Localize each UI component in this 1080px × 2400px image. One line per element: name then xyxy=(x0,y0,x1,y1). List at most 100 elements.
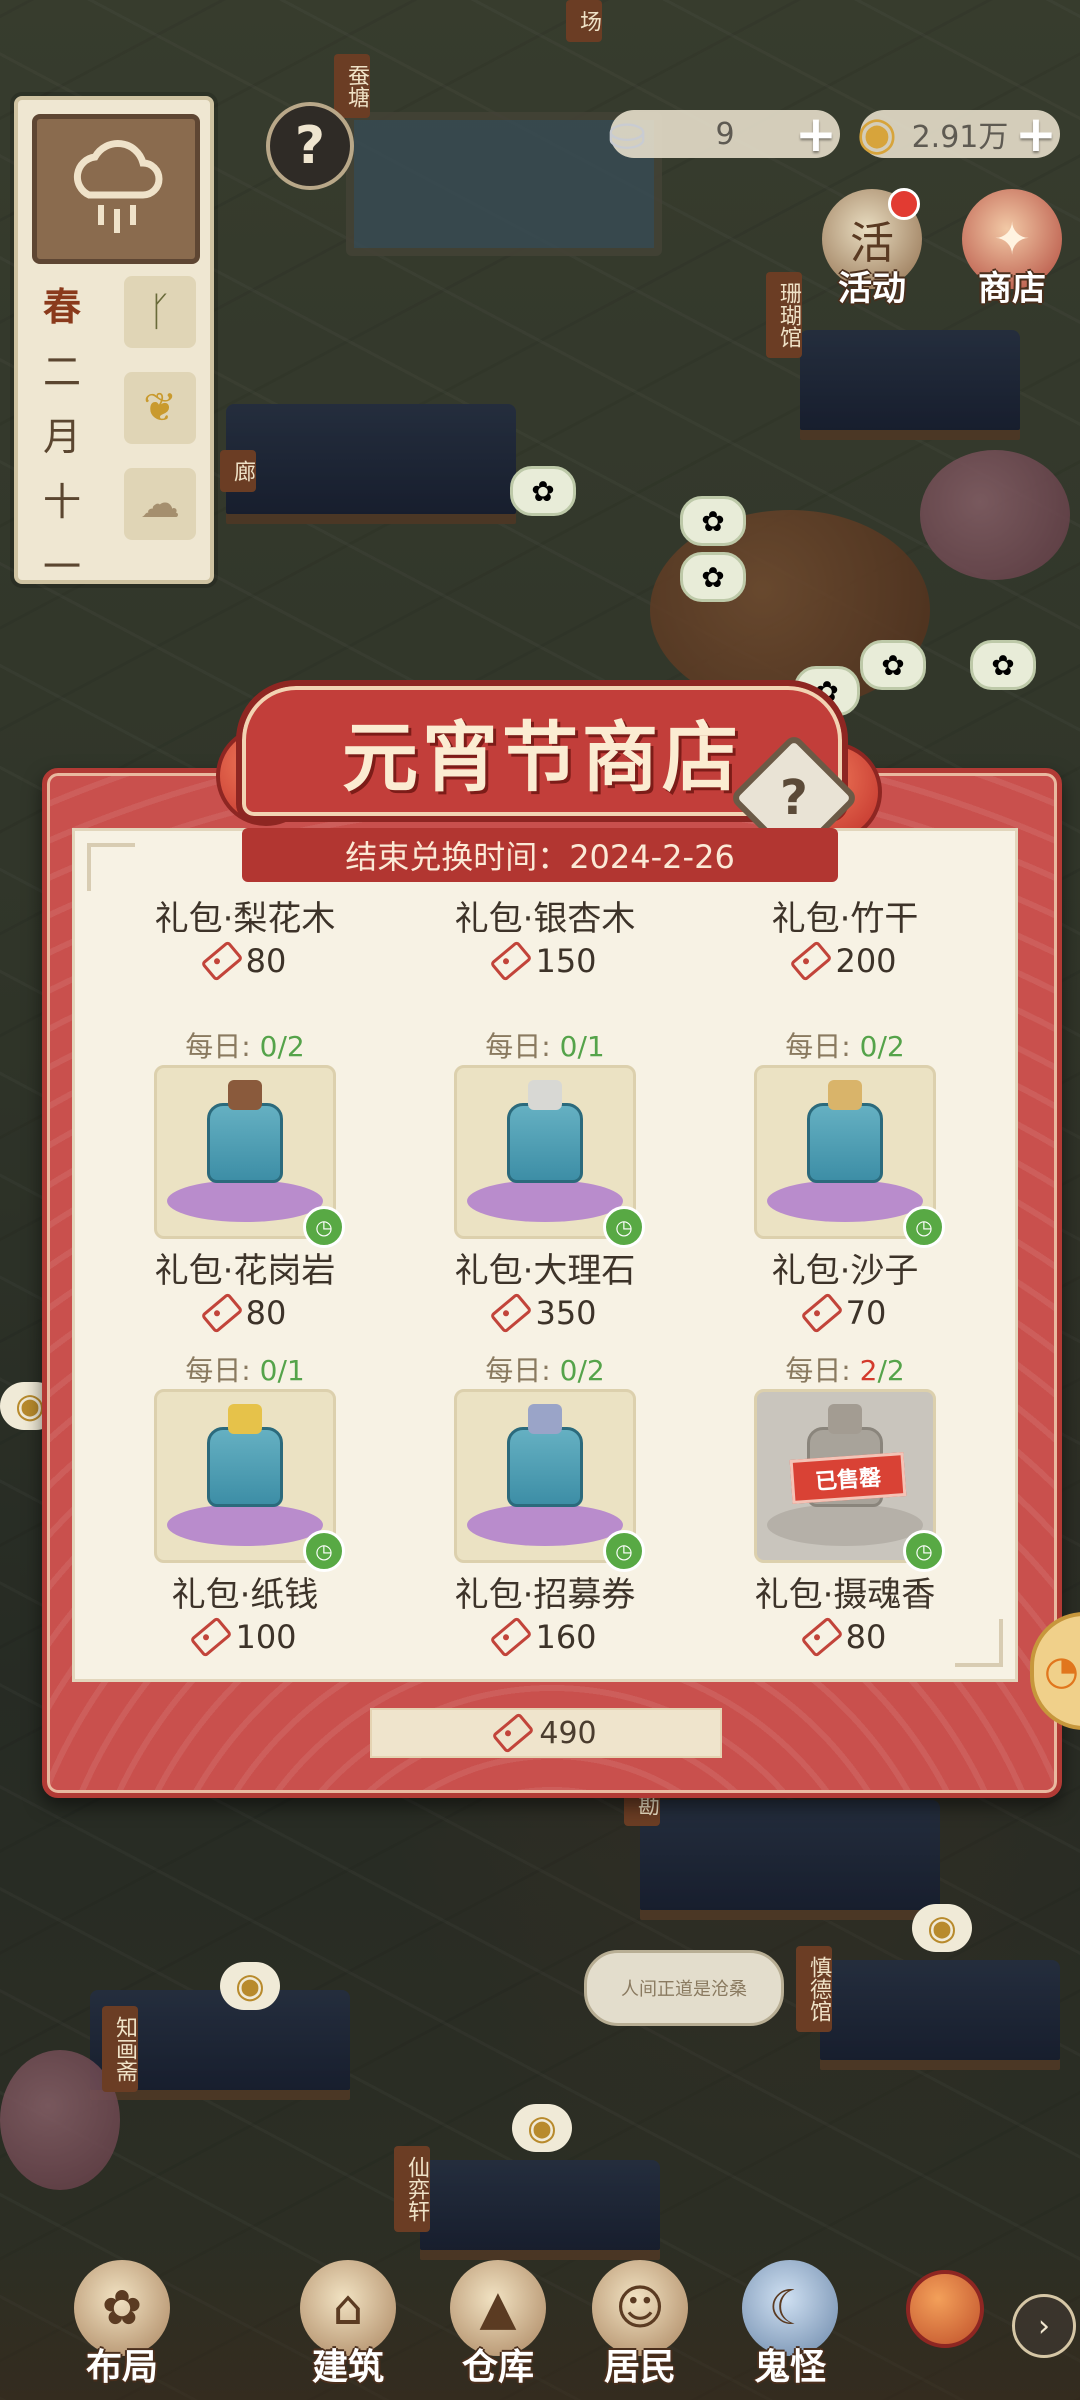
clock-icon: ◷ xyxy=(303,1206,345,1248)
resource-bubble-icon[interactable]: ✿ xyxy=(860,640,926,690)
recruit-ticket-bag-icon xyxy=(507,1404,583,1507)
coin-counter[interactable]: ◉ 2.91万 + xyxy=(857,105,1060,163)
activity-label: 活动 xyxy=(838,269,906,309)
item-thumbnail[interactable]: ◷ xyxy=(454,1065,645,1248)
clock-icon: ◷ xyxy=(903,1206,945,1248)
add-coins-button[interactable]: + xyxy=(1006,104,1066,164)
item-price: 150 xyxy=(489,940,597,982)
coin-bubble-icon[interactable]: ◉ xyxy=(512,2104,572,2152)
clock-icon: ◷ xyxy=(603,1530,645,1572)
nav-ghosts[interactable]: ☾ 鬼怪 xyxy=(720,2240,860,2400)
daily-limit: 每日: 0/2 xyxy=(785,1030,905,1063)
display-pad xyxy=(767,1180,923,1222)
map-label[interactable]: 场 xyxy=(566,0,602,42)
shop-item[interactable]: 每日: 0/1 ◷ 礼包·纸钱 100 xyxy=(95,1353,395,1673)
ticket-icon xyxy=(489,1616,533,1658)
resident-speech-bubble: 人间正道是沧桑 xyxy=(584,1950,784,2026)
silver-counter[interactable]: ⛀ 9 + xyxy=(608,105,840,163)
resource-bubble-icon[interactable]: ✿ xyxy=(680,552,746,602)
ticket-balance: 490 xyxy=(370,1708,722,1758)
ticket-icon xyxy=(800,1616,844,1658)
rain-cloud-icon xyxy=(32,114,200,264)
coin-value: 2.91万 xyxy=(911,120,1009,155)
item-name: 礼包·摄魂香 xyxy=(754,1575,936,1615)
lantern-icon xyxy=(906,2270,984,2348)
ticket-icon xyxy=(789,940,833,982)
date-char: 月 xyxy=(42,415,81,459)
display-pad xyxy=(767,1504,923,1546)
cloud-icon: ☁ xyxy=(124,468,196,540)
nav-label: 仓库 xyxy=(461,2346,534,2388)
ticket-icon xyxy=(489,1292,533,1334)
shop-item[interactable]: 每日: 0/2 ◷ 礼包·花岗岩 80 xyxy=(95,1029,395,1349)
item-name: 礼包·大理石 xyxy=(454,1251,636,1291)
daily-limit: 每日: 0/2 xyxy=(185,1030,305,1063)
item-name: 礼包·沙子 xyxy=(771,1251,919,1291)
add-silver-button[interactable]: + xyxy=(786,104,846,164)
item-price: 200 xyxy=(789,940,897,982)
resource-bubble-icon[interactable]: ✿ xyxy=(970,640,1036,690)
display-pad xyxy=(467,1180,623,1222)
item-price: 350 xyxy=(489,1292,597,1334)
item-price: 100 xyxy=(189,1616,297,1658)
coin-bubble-icon[interactable]: ◉ xyxy=(220,1962,280,2010)
shop-item[interactable]: 礼包·银杏木 150 xyxy=(395,897,695,1007)
map-label[interactable]: 仙弈轩 xyxy=(394,2146,430,2232)
date-char: 一 xyxy=(42,545,81,589)
shop-item[interactable]: 礼包·竹干 200 xyxy=(695,897,995,1007)
notification-dot xyxy=(888,188,920,220)
item-name: 礼包·招募券 xyxy=(454,1575,636,1615)
nav-warehouse[interactable]: ▲ 仓库 xyxy=(428,2240,568,2400)
silver-value: 9 xyxy=(715,116,735,152)
nav-layout[interactable]: ✿ 布局 xyxy=(52,2240,192,2400)
clock-icon: ◷ xyxy=(603,1206,645,1248)
shop-item[interactable]: 每日: 0/2 ◷ 礼包·沙子 70 xyxy=(695,1029,995,1349)
map-label[interactable]: 慎德馆 xyxy=(796,1946,832,2032)
ticket-icon xyxy=(200,1292,244,1334)
ticket-icon xyxy=(200,940,244,982)
daily-limit: 每日: 0/1 xyxy=(485,1030,605,1063)
season-panel[interactable]: 春 二 月 十 一 ᚴ ❦ ☁ xyxy=(14,96,214,589)
nav-next-button[interactable]: › xyxy=(1012,2294,1076,2358)
item-price: 70 xyxy=(800,1292,886,1334)
resource-bubble-icon[interactable]: ✿ xyxy=(510,466,576,516)
item-thumbnail[interactable]: ◷ xyxy=(454,1389,645,1572)
map-label[interactable]: 蚕塘 xyxy=(334,54,370,118)
activity-button[interactable]: 活 活动 xyxy=(810,186,934,310)
item-price: 80 xyxy=(200,940,286,982)
nav-label: 鬼怪 xyxy=(753,2346,826,2388)
item-name: 礼包·银杏木 xyxy=(454,899,636,939)
help-button[interactable]: ? xyxy=(266,102,354,190)
clock-icon: ◷ xyxy=(903,1530,945,1572)
shop-item[interactable]: 礼包·梨花木 80 xyxy=(95,897,395,1007)
item-thumbnail[interactable]: ◷ xyxy=(154,1389,345,1572)
shop-item[interactable]: 每日: 0/1 ◷ 礼包·大理石 350 xyxy=(395,1029,695,1349)
shop-item-list[interactable]: 礼包·梨花木 80 礼包·银杏木 150 礼包·竹干 200 每日: 0/2 ◷… xyxy=(72,828,1018,1682)
map-label[interactable]: 廊 xyxy=(220,450,256,492)
ticket-icon xyxy=(489,940,533,982)
granite-bag-icon xyxy=(207,1080,283,1183)
balance-value: 490 xyxy=(539,1715,597,1751)
bottom-nav: ✿ 布局 ⌂ 建筑 ▲ 仓库 ☺ 居民 ☾ 鬼怪 xyxy=(0,2240,1080,2400)
daily-limit: 每日: 0/2 xyxy=(485,1354,605,1387)
item-thumbnail[interactable]: ◷ xyxy=(154,1065,345,1248)
shop-title: 元宵节商店 xyxy=(342,713,742,802)
date-char: 二 xyxy=(42,350,81,394)
marble-bag-icon xyxy=(507,1080,583,1183)
shop-item[interactable]: 每日: 2/2 已售罄 ◷ 礼包·摄魂香 80 xyxy=(695,1353,995,1673)
display-pad xyxy=(167,1180,323,1222)
shop-button[interactable]: ✦ 商店 xyxy=(950,186,1074,310)
item-thumbnail[interactable]: 已售罄 ◷ xyxy=(754,1389,945,1572)
item-thumbnail[interactable]: ◷ xyxy=(754,1065,945,1248)
nav-building[interactable]: ⌂ 建筑 xyxy=(278,2240,418,2400)
coin-bubble-icon[interactable]: ◉ xyxy=(912,1904,972,1952)
season-date: 春 二 月 十 一 xyxy=(32,276,92,591)
resource-bubble-icon[interactable]: ✿ xyxy=(680,496,746,546)
map-label[interactable]: 知画斋 xyxy=(102,2006,138,2092)
shop-item[interactable]: 每日: 0/2 ◷ 礼包·招募券 160 xyxy=(395,1353,695,1673)
nav-residents[interactable]: ☺ 居民 xyxy=(570,2240,710,2400)
exchange-end-time: 结束兑换时间：2024-2-26 xyxy=(242,828,838,882)
nav-label: 建筑 xyxy=(311,2346,384,2388)
map-label[interactable]: 珊瑚馆 xyxy=(766,272,802,358)
copper-coin-icon: ◉ xyxy=(856,106,898,160)
